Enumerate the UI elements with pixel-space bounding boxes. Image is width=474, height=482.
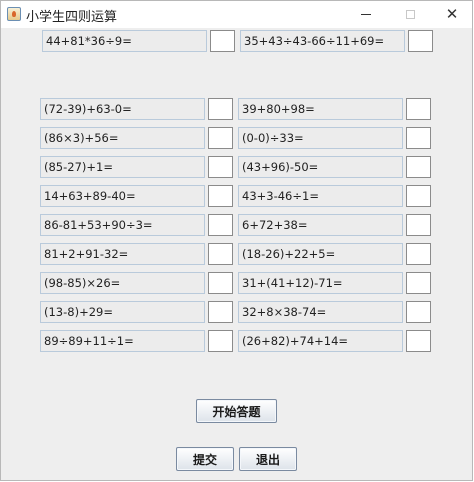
start-answering-button[interactable]: 开始答题 (196, 399, 277, 423)
question-12: 6+72+38= (238, 214, 403, 236)
close-button[interactable]: ✕ (429, 1, 474, 28)
question-16: 31+(41+12)-71= (238, 272, 403, 294)
minimize-icon (361, 14, 371, 15)
title-bar: 小学生四则运算 ✕ (1, 1, 472, 28)
app-window: 小学生四则运算 ✕ 44+81*36÷9= 35+43÷43-66÷11+69=… (0, 0, 473, 481)
question-6: (0-0)÷33= (238, 127, 403, 149)
answer-field-13[interactable] (208, 243, 233, 265)
question-17: (13-8)+29= (40, 301, 205, 323)
question-20: (26+82)+74+14= (238, 330, 403, 352)
answer-field-4[interactable] (406, 98, 431, 120)
answer-field-20[interactable] (406, 330, 431, 352)
question-8: (43+96)-50= (238, 156, 403, 178)
question-3: (72-39)+63-0= (40, 98, 205, 120)
answer-field-10[interactable] (406, 185, 431, 207)
java-cup-icon (7, 7, 21, 21)
answer-field-19[interactable] (208, 330, 233, 352)
answer-field-6[interactable] (406, 127, 431, 149)
answer-field-3[interactable] (208, 98, 233, 120)
answer-field-1[interactable] (210, 30, 235, 52)
maximize-icon (405, 10, 415, 19)
answer-field-11[interactable] (208, 214, 233, 236)
question-15: (98-85)×26= (40, 272, 205, 294)
answer-field-18[interactable] (406, 301, 431, 323)
answer-field-7[interactable] (208, 156, 233, 178)
answer-field-2[interactable] (408, 30, 433, 52)
question-14: (18-26)+22+5= (238, 243, 403, 265)
question-7: (85-27)+1= (40, 156, 205, 178)
question-19: 89÷89+11÷1= (40, 330, 205, 352)
answer-field-16[interactable] (406, 272, 431, 294)
question-18: 32+8×38-74= (238, 301, 403, 323)
answer-field-12[interactable] (406, 214, 431, 236)
maximize-button[interactable] (387, 1, 433, 28)
question-11: 86-81+53+90÷3= (40, 214, 205, 236)
question-9: 14+63+89-40= (40, 185, 205, 207)
question-1: 44+81*36÷9= (42, 30, 207, 52)
minimize-button[interactable] (343, 1, 389, 28)
answer-field-17[interactable] (208, 301, 233, 323)
question-2: 35+43÷43-66÷11+69= (240, 30, 405, 52)
answer-field-15[interactable] (208, 272, 233, 294)
exit-button[interactable]: 退出 (239, 447, 297, 471)
answer-field-9[interactable] (208, 185, 233, 207)
question-5: (86×3)+56= (40, 127, 205, 149)
close-icon: ✕ (445, 5, 459, 23)
question-10: 43+3-46÷1= (238, 185, 403, 207)
answer-field-5[interactable] (208, 127, 233, 149)
window-title: 小学生四则运算 (26, 10, 118, 25)
answer-field-14[interactable] (406, 243, 431, 265)
answer-field-8[interactable] (406, 156, 431, 178)
question-13: 81+2+91-32= (40, 243, 205, 265)
question-4: 39+80+98= (238, 98, 403, 120)
submit-button[interactable]: 提交 (176, 447, 234, 471)
